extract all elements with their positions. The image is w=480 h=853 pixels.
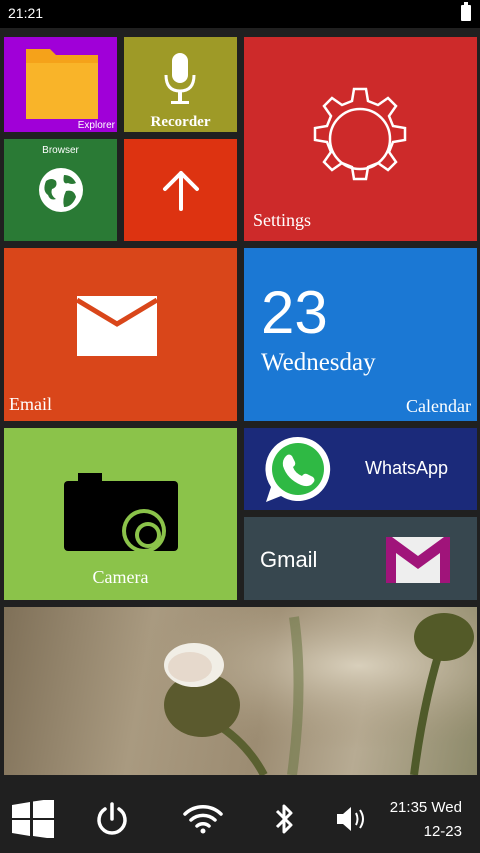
camera-label: Camera xyxy=(92,567,149,587)
whatsapp-label: WhatsApp xyxy=(365,458,449,478)
recorder-label: Recorder xyxy=(150,114,211,130)
clock-time-day: 21:35 Wed xyxy=(389,799,462,816)
tile-gmail[interactable]: Gmail xyxy=(244,517,477,600)
globe-icon xyxy=(39,168,83,212)
email-label: Email xyxy=(9,394,52,414)
status-time: 21:21 xyxy=(8,5,44,21)
explorer-label: Explorer xyxy=(77,120,115,131)
microphone-icon xyxy=(164,53,196,104)
calendar-day-number: 23 xyxy=(261,279,328,346)
envelope-icon xyxy=(77,296,157,356)
arrow-up-icon xyxy=(163,171,199,211)
status-bar: 21:21 xyxy=(0,0,480,28)
windows-start-icon[interactable] xyxy=(12,800,54,838)
tile-camera[interactable]: Camera xyxy=(4,428,237,600)
camera-icon xyxy=(64,473,178,553)
folder-icon xyxy=(26,49,98,119)
tile-whatsapp[interactable]: WhatsApp xyxy=(244,428,477,510)
flower-photo xyxy=(4,607,477,775)
settings-label: Settings xyxy=(253,210,312,230)
gear-icon xyxy=(313,87,407,181)
gmail-icon xyxy=(386,537,450,583)
browser-label: Browser xyxy=(42,145,79,156)
tile-upload[interactable] xyxy=(124,139,237,241)
tile-email[interactable]: Email xyxy=(4,248,237,421)
tile-settings[interactable]: Settings xyxy=(244,37,477,241)
gmail-label: Gmail xyxy=(260,547,318,572)
tile-explorer[interactable]: Explorer xyxy=(4,37,117,132)
tile-recorder[interactable]: Recorder xyxy=(124,37,237,132)
power-icon[interactable] xyxy=(95,802,129,836)
calendar-label: Calendar xyxy=(406,396,471,416)
taskbar-clock[interactable]: 21:35 Wed 12-23 xyxy=(390,796,462,844)
tile-browser[interactable]: Browser xyxy=(4,139,117,241)
battery-icon xyxy=(461,2,471,21)
tile-calendar[interactable]: 23 Wednesday Calendar xyxy=(244,248,477,421)
wifi-icon[interactable] xyxy=(182,803,224,835)
calendar-weekday: Wednesday xyxy=(261,349,376,376)
whatsapp-icon xyxy=(265,436,331,502)
tile-photo[interactable] xyxy=(4,607,477,775)
bluetooth-icon[interactable] xyxy=(273,802,297,836)
volume-icon[interactable] xyxy=(335,805,367,833)
clock-date: 12-23 xyxy=(423,823,462,840)
